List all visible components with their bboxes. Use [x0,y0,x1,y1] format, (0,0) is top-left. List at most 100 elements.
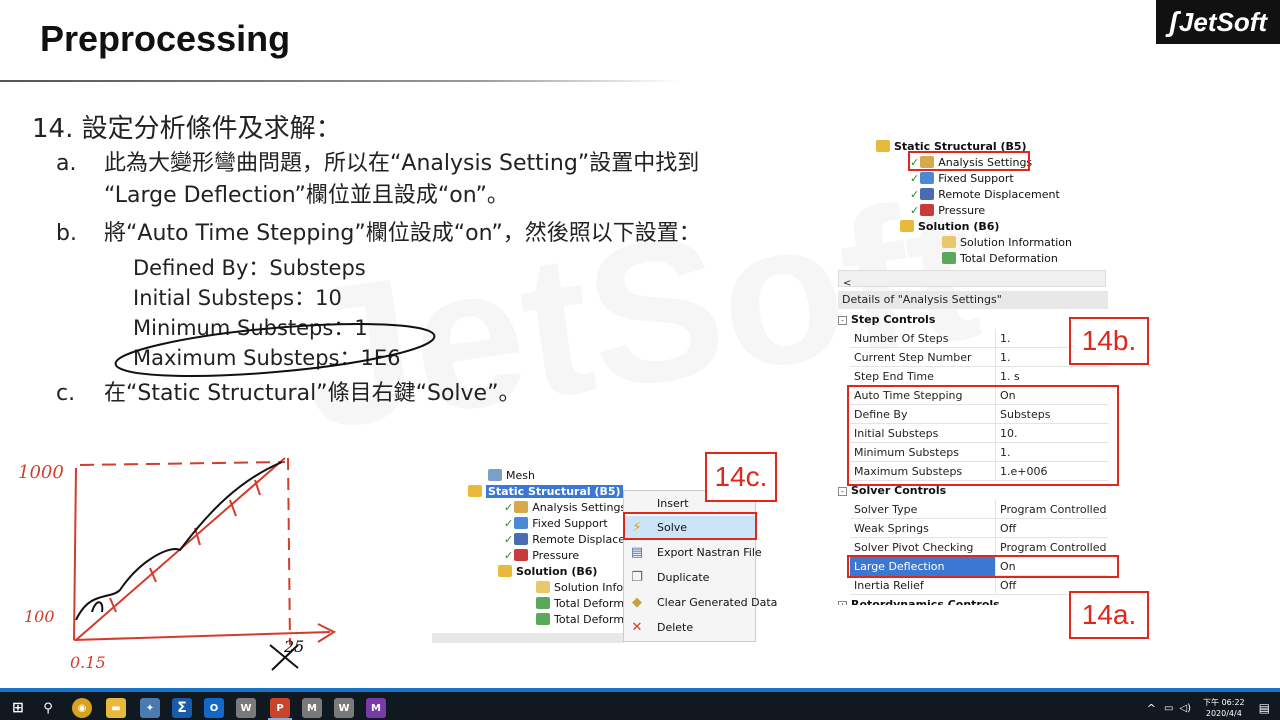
details-header: Details of "Analysis Settings" [838,291,1108,309]
menu-item-label: Duplicate [657,571,710,584]
prop-value[interactable]: 1. s [1000,367,1020,386]
mechanical-icon[interactable]: M [302,698,322,718]
check-icon: ✓ [910,187,920,201]
powerpoint-icon[interactable]: P [270,698,290,718]
expand-icon[interactable]: + [838,601,847,605]
tree-node-pressure[interactable]: ✓ Pressure [504,547,579,563]
group-label: Step Controls [851,313,936,326]
menu-item-duplicate[interactable]: ❐ Duplicate [624,566,755,590]
tree-node-label: Total Deformation [960,251,1058,265]
tree-node-total-deformation-2[interactable]: Total Deform [536,611,624,627]
sketch-label-x-right: 25 [283,637,304,656]
menu-item-delete[interactable]: ✕ Delete [624,616,755,640]
highlight-analysis-settings [908,151,1030,171]
horizontal-scrollbar[interactable]: < [838,270,1106,289]
total-deformation-icon [536,597,550,609]
clock-date: 2020/4/4 [1205,709,1242,718]
tree-node-fixed-support[interactable]: ✓ Fixed Support [910,170,1014,186]
group-label: Rotordynamics Controls [851,598,1000,605]
prop-value[interactable]: Off [1000,519,1016,538]
pressure-icon [514,549,529,561]
solution-information-icon [942,236,956,248]
tree-node-analysis-settings[interactable]: ✓ Analysis Settings [504,499,626,515]
collapse-icon[interactable]: - [838,487,847,496]
scroll-left-arrow-icon[interactable]: < [843,278,851,289]
app-bird-icon[interactable]: ✦ [140,698,160,718]
menu-item-export-nastran[interactable]: ▤ Export Nastran File [624,541,762,565]
tree-node-pressure[interactable]: ✓ Pressure [910,202,985,218]
prop-key: Inertia Relief [850,576,996,595]
clear-icon: ◆ [632,595,642,610]
workbench-icon[interactable]: W [236,698,256,718]
app-m-icon[interactable]: M [366,698,386,718]
callout-14c: 14c. [705,452,777,502]
tree-node-solution-information[interactable]: Solution Info [536,579,623,595]
tree-node-mesh[interactable]: Mesh [488,467,535,483]
volume-icon[interactable]: ◁) [1179,703,1191,714]
tree-node-solution[interactable]: Solution (B6) [498,563,597,579]
prop-value[interactable]: 1. [1000,329,1011,348]
menu-item-label: Delete [657,621,694,634]
tree-node-remote-displacement[interactable]: ✓ Remote Displacem [504,531,636,547]
collapse-icon[interactable]: - [838,316,847,325]
fixed-support-icon [514,517,529,529]
tree-scrollbar[interactable] [432,633,624,643]
network-icon[interactable]: ▭ [1164,703,1173,714]
total-deformation-icon [536,613,550,625]
prop-key: Number Of Steps [850,329,996,348]
windows-start-icon[interactable]: ⊞ [8,698,28,718]
notifications-icon[interactable]: ▤ [1259,701,1270,715]
prop-row-solver-type[interactable]: Solver Type Program Controlled [850,500,1108,519]
tree-node-label: Solution (B6) [516,564,598,578]
check-icon: ✓ [504,516,514,530]
group-rotordynamics-controls[interactable]: + Rotordynamics Controls [838,595,1108,605]
tree-node-static-structural[interactable]: Static Structural (B5) [468,483,623,499]
tray-chevron-icon[interactable]: ^ [1147,702,1156,715]
outlook-icon[interactable]: O [204,698,224,718]
total-deformation-icon [942,252,956,264]
prop-key: Current Step Number [850,348,996,367]
ink-small-loop [91,601,104,613]
chrome-icon[interactable]: ◉ [72,698,92,718]
tree-node-label: Remote Displacement [938,187,1060,201]
tree-node-solution-information[interactable]: Solution Information [942,234,1072,250]
tree-node-total-deformation[interactable]: Total Deformation [942,250,1058,266]
tree-node-label: Mesh [506,468,535,482]
prop-row-weak-springs[interactable]: Weak Springs Off [850,519,1108,538]
check-icon: ✓ [504,532,514,546]
tree-node-remote-displacement[interactable]: ✓ Remote Displacement [910,186,1060,202]
prop-value[interactable]: Program Controlled [1000,500,1106,519]
prop-row[interactable]: Step End Time 1. s [850,367,1108,386]
tree-node-label: Solution Info [554,580,624,594]
static-structural-icon [876,140,890,152]
tree-node-label: Total Deform [554,596,625,610]
tree-node-solution[interactable]: Solution (B6) [900,218,999,234]
check-icon: ✓ [504,500,514,514]
tree-node-fixed-support[interactable]: ✓ Fixed Support [504,515,608,531]
menu-item-clear-generated-data[interactable]: ◆ Clear Generated Data [624,591,777,615]
group-step-controls[interactable]: - Step Controls [838,310,1108,329]
duplicate-icon: ❐ [631,570,643,585]
ink-circle-max-substeps [114,323,436,377]
tree-node-label: Fixed Support [938,171,1014,185]
check-icon: ✓ [910,203,920,217]
prop-value[interactable]: 1. [1000,348,1011,367]
prop-key: Weak Springs [850,519,996,538]
check-icon: ✓ [910,171,920,185]
tree-node-label: Static Structural (B5) [486,484,623,498]
tree-node-label: Solution Information [960,235,1072,249]
search-icon[interactable]: ⚲ [38,698,58,718]
workbench-2-icon[interactable]: W [334,698,354,718]
menu-item-label: Insert [657,497,689,510]
sigma-app-icon[interactable]: Σ [172,698,192,718]
clock[interactable]: 下午 06:22 2020/4/4 [1203,697,1245,719]
prop-value[interactable]: Off [1000,576,1016,595]
tree-node-total-deformation[interactable]: Total Deform [536,595,624,611]
check-icon: ✓ [504,548,514,562]
menu-item-label: Clear Generated Data [657,596,778,609]
highlight-step-controls [847,385,1119,486]
file-explorer-icon[interactable]: ▬ [106,698,126,718]
analysis-settings-icon [514,501,529,513]
ink-right-dash [287,457,291,646]
menu-item-label: Export Nastran File [657,546,762,559]
